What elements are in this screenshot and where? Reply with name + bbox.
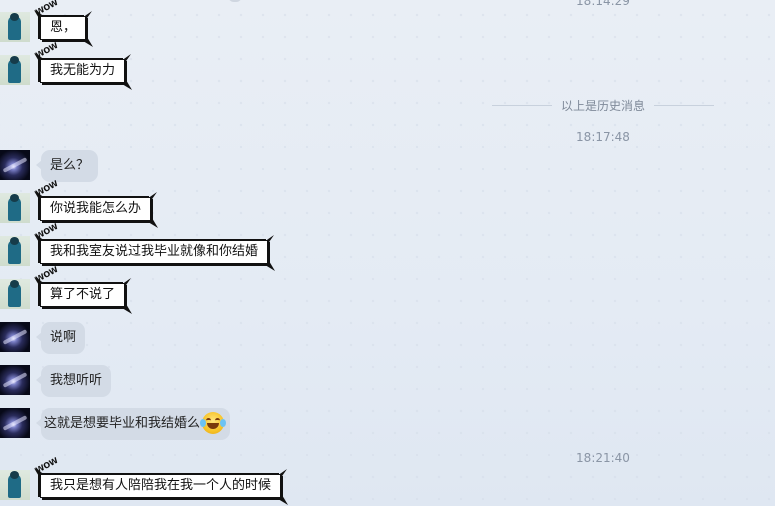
avatar[interactable] bbox=[0, 236, 30, 266]
message-bubble[interactable]: 说啊 bbox=[35, 322, 86, 354]
avatar[interactable] bbox=[0, 193, 30, 223]
avatar[interactable] bbox=[0, 470, 30, 500]
message-bubble[interactable]: 我想听听 bbox=[35, 365, 112, 397]
timestamp: 18:17:48 bbox=[576, 130, 630, 144]
history-divider: 以上是历史消息 bbox=[490, 96, 716, 114]
message-bubble[interactable]: WOW 你说我能怎么办 bbox=[34, 179, 159, 228]
timestamp: 18:21:40 bbox=[576, 451, 630, 465]
message-text: 你说我能怎么办 bbox=[40, 197, 152, 221]
message-text: 这就是想要毕业和我结婚么 bbox=[44, 416, 201, 431]
message-bubble[interactable]: WOW 我和我室友说过我毕业就像和你结婚 bbox=[34, 222, 276, 271]
avatar[interactable] bbox=[0, 12, 30, 42]
avatar[interactable] bbox=[0, 408, 30, 438]
message-bubble[interactable]: 是么？ bbox=[35, 150, 99, 182]
message-text: 是么？ bbox=[50, 158, 90, 173]
avatar[interactable] bbox=[0, 150, 30, 180]
message-text: 恩， bbox=[40, 16, 87, 40]
message-bubble[interactable]: WOW 算了不说了 bbox=[34, 265, 133, 314]
message-text: 说啊 bbox=[50, 330, 77, 345]
message-bubble[interactable]: WOW 我只是想有人陪陪我在我一个人的时候 bbox=[34, 456, 289, 505]
timestamp: 18:14:29 bbox=[576, 0, 630, 8]
message-text: 算了不说了 bbox=[40, 283, 126, 307]
message-text: 我只是想有人陪陪我在我一个人的时候 bbox=[40, 474, 282, 498]
message-text: 我想听听 bbox=[50, 373, 103, 388]
avatar[interactable] bbox=[0, 322, 30, 352]
avatar[interactable] bbox=[0, 365, 30, 395]
message-bubble[interactable]: WOW 我无能为力 bbox=[34, 41, 133, 90]
avatar[interactable] bbox=[0, 279, 30, 309]
tears-of-joy-emoji-icon bbox=[200, 411, 227, 434]
message-bubble[interactable]: WOW 恩， bbox=[34, 0, 94, 47]
message-text: 我和我室友说过我毕业就像和你结婚 bbox=[40, 240, 269, 264]
message-text: 我无能为力 bbox=[40, 59, 126, 83]
avatar[interactable] bbox=[0, 55, 30, 85]
message-bubble[interactable]: 这就是想要毕业和我结婚么 bbox=[35, 408, 231, 440]
